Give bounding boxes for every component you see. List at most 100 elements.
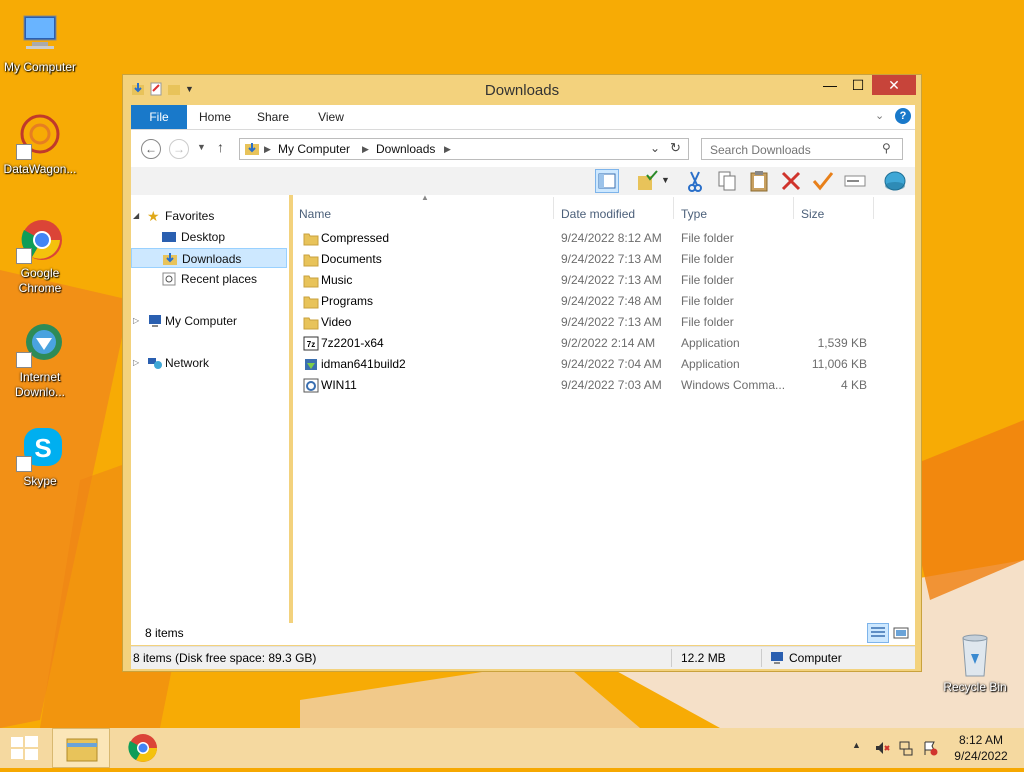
column-header-type[interactable]: Type xyxy=(681,207,707,221)
select-folder-button[interactable] xyxy=(635,169,659,193)
file-row[interactable]: Documents 9/24/2022 7:13 AM File folder xyxy=(293,249,893,270)
column-header-size[interactable]: Size xyxy=(801,207,824,221)
computer-icon xyxy=(771,652,783,664)
search-input[interactable] xyxy=(708,140,882,160)
file-type: File folder xyxy=(681,294,734,308)
cmd-script-icon xyxy=(303,378,319,393)
windows-logo-icon xyxy=(11,736,38,760)
forward-button[interactable]: → xyxy=(169,139,189,159)
file-name: idman641build2 xyxy=(321,357,406,371)
network-tray-icon[interactable] xyxy=(898,740,914,756)
desktop-icon-recycle-bin[interactable]: Recycle Bin xyxy=(935,630,1015,695)
minimize-button[interactable]: — xyxy=(816,75,844,95)
breadcrumb-downloads[interactable]: Downloads xyxy=(376,142,435,156)
desktop-icon-my-computer[interactable]: My Computer xyxy=(0,10,80,75)
column-header-date-modified[interactable]: Date modified xyxy=(561,207,635,221)
view-options-button[interactable] xyxy=(883,169,907,193)
help-icon[interactable]: ? xyxy=(895,108,911,124)
maximize-button[interactable]: ☐ xyxy=(844,75,872,95)
nav-desktop[interactable]: Desktop xyxy=(131,227,287,247)
preview-pane-button[interactable] xyxy=(595,169,619,193)
search-box[interactable]: ⚲ xyxy=(701,138,903,160)
delete-button[interactable] xyxy=(779,169,803,193)
file-type: File folder xyxy=(681,231,734,245)
back-button[interactable]: ← xyxy=(141,139,161,159)
status-divider xyxy=(761,649,762,667)
breadcrumb-chevron-icon[interactable]: ▶ xyxy=(444,144,451,155)
tab-file[interactable]: File xyxy=(131,105,187,129)
desktop-icon-chrome[interactable]: Google Chrome xyxy=(0,216,80,296)
check-button[interactable] xyxy=(811,169,835,193)
tab-view[interactable]: View xyxy=(309,105,353,129)
nav-network[interactable]: ▷ Network xyxy=(133,353,283,373)
taskbar-file-explorer[interactable] xyxy=(52,728,110,768)
details-view-button[interactable] xyxy=(867,623,889,643)
speaker-muted-icon[interactable] xyxy=(874,740,890,756)
file-date: 9/24/2022 7:04 AM xyxy=(561,357,662,371)
breadcrumb-chevron-icon[interactable]: ▶ xyxy=(362,144,369,155)
close-button[interactable]: ✕ xyxy=(872,75,916,95)
file-row[interactable]: Music 9/24/2022 7:13 AM File folder xyxy=(293,270,893,291)
cut-button[interactable] xyxy=(683,169,707,193)
title-bar[interactable]: ▼ Downloads — ☐ ✕ xyxy=(123,75,921,105)
show-hidden-icons-icon[interactable]: ▲ xyxy=(852,740,861,750)
nav-network-label: Network xyxy=(165,356,210,370)
refresh-icon[interactable]: ↻ xyxy=(670,140,681,156)
recent-locations-icon[interactable]: ▼ xyxy=(197,142,206,152)
idm-icon xyxy=(16,320,64,368)
desktop-icon-datawagon[interactable]: DataWagon... xyxy=(0,112,80,177)
file-date: 9/24/2022 7:13 AM xyxy=(561,252,662,266)
tab-home[interactable]: Home xyxy=(193,105,237,129)
desktop-icon-internet-download-manager[interactable]: Internet Downlo... xyxy=(0,320,80,400)
ribbon-expand-icon[interactable]: ⌄ xyxy=(875,109,884,122)
search-icon[interactable]: ⚲ xyxy=(882,141,891,155)
column-divider[interactable] xyxy=(793,197,794,219)
chevron-down-icon[interactable]: ▼ xyxy=(661,175,670,185)
column-divider[interactable] xyxy=(673,197,674,219)
7zip-icon: 7z xyxy=(303,336,319,351)
address-dropdown-icon[interactable]: ⌄ xyxy=(650,141,660,155)
file-row[interactable]: Programs 9/24/2022 7:48 AM File folder xyxy=(293,291,893,312)
file-row[interactable]: Video 9/24/2022 7:13 AM File folder xyxy=(293,312,893,333)
file-row[interactable]: 7z 7z2201-x64 9/2/2022 2:14 AM Applicati… xyxy=(293,333,893,354)
rename-button[interactable] xyxy=(843,169,867,193)
file-type: File folder xyxy=(681,273,734,287)
start-button[interactable] xyxy=(0,728,48,768)
nav-favorites[interactable]: ◢ ★ Favorites xyxy=(133,206,283,226)
nav-recent-places[interactable]: Recent places xyxy=(131,269,287,289)
nav-my-computer[interactable]: ▷ My Computer xyxy=(133,311,283,331)
expand-arrow-icon[interactable]: ◢ xyxy=(133,206,139,226)
desktop-icon-label: Skype xyxy=(23,474,57,488)
taskbar-chrome[interactable] xyxy=(118,728,168,768)
desktop-icon-skype[interactable]: S Skype xyxy=(0,424,80,489)
file-row[interactable]: idman641build2 9/24/2022 7:04 AM Applica… xyxy=(293,354,893,375)
clock[interactable]: 8:12 AM 9/24/2022 xyxy=(946,732,1016,764)
up-arrow-icon[interactable]: ↑ xyxy=(217,139,224,155)
column-divider[interactable] xyxy=(553,197,554,219)
copy-button[interactable] xyxy=(715,169,739,193)
file-row[interactable]: Compressed 9/24/2022 8:12 AM File folder xyxy=(293,228,893,249)
breadcrumb-chevron-icon[interactable]: ▶ xyxy=(264,144,271,155)
breadcrumb-my-computer[interactable]: My Computer xyxy=(278,142,350,156)
status-bar: 8 items (Disk free space: 89.3 GB) 12.2 … xyxy=(131,646,915,669)
tab-share[interactable]: Share xyxy=(251,105,295,129)
delete-x-icon xyxy=(781,171,801,191)
expand-arrow-icon[interactable]: ▷ xyxy=(133,311,139,331)
nav-downloads[interactable]: Downloads xyxy=(131,248,287,268)
shortcut-arrow-icon xyxy=(16,352,32,368)
address-bar[interactable]: ▶ My Computer ▶ Downloads ▶ ⌄ ↻ xyxy=(239,138,689,160)
recent-places-icon xyxy=(162,272,176,286)
file-type: Windows Comma... xyxy=(681,378,786,392)
paste-button[interactable] xyxy=(747,169,771,193)
file-row[interactable]: WIN11 9/24/2022 7:03 AM Windows Comma...… xyxy=(293,375,893,396)
preview-pane-icon xyxy=(598,173,616,189)
expand-arrow-icon[interactable]: ▷ xyxy=(133,353,139,373)
column-header-name[interactable]: Name xyxy=(299,207,331,221)
svg-text:S: S xyxy=(34,433,51,463)
status-size: 12.2 MB xyxy=(681,651,726,665)
copy-icon xyxy=(718,171,736,191)
action-center-flag-icon[interactable] xyxy=(922,740,938,756)
large-icons-view-button[interactable] xyxy=(891,623,911,643)
column-divider[interactable] xyxy=(873,197,874,219)
details-view-icon xyxy=(871,627,885,637)
